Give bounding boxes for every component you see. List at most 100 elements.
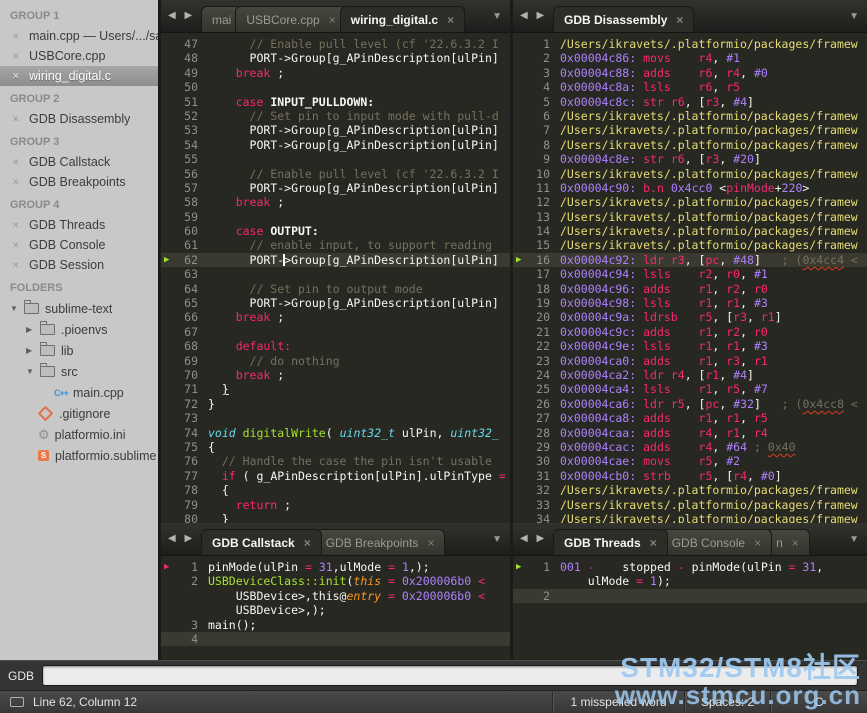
code-line[interactable]: 12/Users/ikravets/.platformio/packages/f… [513, 195, 867, 209]
code-line[interactable]: 60 case OUTPUT: [161, 224, 510, 238]
close-icon[interactable]: ✕ [12, 220, 29, 231]
sidebar-item-gdb-callstack[interactable]: ✕GDB Callstack [0, 152, 158, 172]
editor-content[interactable]: 47 // Enable pull level (cf '22.6.3.2 I4… [161, 33, 510, 523]
close-icon[interactable]: ✕ [12, 240, 29, 251]
tab-gdb-console[interactable]: GDB Console× [661, 529, 772, 555]
close-icon[interactable]: ✕ [12, 157, 29, 168]
tab-close-icon[interactable]: × [792, 537, 799, 549]
sidebar-item-gdb-threads[interactable]: ✕GDB Threads [0, 215, 158, 235]
sidebar-item-gdb-console[interactable]: ✕GDB Console [0, 235, 158, 255]
gdb-command-input[interactable] [42, 665, 858, 686]
tab-close-icon[interactable]: × [754, 537, 761, 549]
code-line[interactable]: 56 // Enable pull level (cf '22.6.3.2 I [161, 167, 510, 181]
code-line[interactable]: 240x00004ca2: ldr r4, [r1, #4] [513, 368, 867, 382]
code-line[interactable]: 110x00004c90: b.n 0x4cc0 <pinMode+220> [513, 181, 867, 195]
disassembly-content[interactable]: 1/Users/ikravets/.platformio/packages/fr… [513, 33, 867, 523]
code-line[interactable]: 300x00004cae: movs r5, #2 [513, 454, 867, 468]
close-icon[interactable]: ✕ [12, 177, 29, 188]
code-line[interactable]: 74void digitalWrite( uint32_t ulPin, uin… [161, 426, 510, 440]
sidebar-item-wiring-digital-c[interactable]: ✕wiring_digital.c [0, 66, 158, 86]
code-line[interactable]: 170x00004c94: lsls r2, r0, #1 [513, 267, 867, 281]
disclosure-triangle-icon[interactable]: ▶ [26, 346, 40, 355]
tree-item--gitignore[interactable]: .gitignore [0, 403, 158, 424]
close-icon[interactable]: ✕ [12, 114, 29, 125]
code-line[interactable]: 48 PORT->Group[g_APinDescription[ulPin] [161, 51, 510, 65]
code-line[interactable]: 20x00004c86: movs r4, #1 [513, 51, 867, 65]
code-line[interactable]: 200x00004c9a: ldrsb r5, [r3, r1] [513, 310, 867, 324]
code-line[interactable]: 2 [513, 589, 867, 603]
code-line[interactable]: 52 // Set pin to input mode with pull-d [161, 109, 510, 123]
code-line[interactable]: 2USBDeviceClass::init(this = 0x200006b0 … [161, 574, 510, 588]
sidebar-item-gdb-session[interactable]: ✕GDB Session [0, 255, 158, 275]
code-line[interactable]: 79 return ; [161, 498, 510, 512]
sidebar-item-main-cpp-users-sa[interactable]: ✕main.cpp — Users/.../sa [0, 26, 158, 46]
code-line[interactable]: 71 } [161, 382, 510, 396]
code-line[interactable]: 260x00004ca6: ldr r5, [pc, #32] ; (0x4cc… [513, 397, 867, 411]
code-line[interactable]: 68 default: [161, 339, 510, 353]
tab-overflow-menu-icon[interactable]: ▼ [849, 11, 859, 22]
code-line[interactable]: ▶62 PORT->Group[g_APinDescription[ulPin] [161, 253, 510, 267]
code-line[interactable]: 72} [161, 397, 510, 411]
tab-usbcore-cpp[interactable]: USBCore.cpp× [235, 6, 346, 32]
tab-nav-arrows[interactable]: ◀ ▶ [168, 10, 195, 21]
code-line[interactable]: 270x00004ca8: adds r1, r1, r5 [513, 411, 867, 425]
tab-gdb-callstack[interactable]: GDB Callstack× [201, 529, 322, 555]
code-line[interactable]: ▶1001 - stopped - pinMode(ulPin = 31, [513, 560, 867, 574]
code-line[interactable]: 280x00004caa: adds r4, r1, r4 [513, 426, 867, 440]
spellcheck-status[interactable]: 1 misspelled word [552, 691, 684, 713]
code-line[interactable]: 78 { [161, 483, 510, 497]
code-line[interactable]: 61 // enable input, to support reading [161, 238, 510, 252]
close-icon[interactable]: ✕ [12, 71, 29, 82]
tab-gdb-disassembly[interactable]: GDB Disassembly× [553, 6, 694, 32]
tab-close-icon[interactable]: × [447, 14, 454, 26]
code-line[interactable]: 230x00004ca0: adds r1, r3, r1 [513, 354, 867, 368]
tab-nav-arrows[interactable]: ◀ ▶ [520, 10, 547, 21]
tab-overflow-menu-icon[interactable]: ▼ [492, 534, 502, 545]
tab-close-icon[interactable]: × [427, 537, 434, 549]
tab-close-icon[interactable]: × [329, 14, 336, 26]
code-line[interactable]: ulMode = 1); [513, 574, 867, 588]
code-line[interactable]: 6/Users/ikravets/.platformio/packages/fr… [513, 109, 867, 123]
code-line[interactable]: 47 // Enable pull level (cf '22.6.3.2 I [161, 37, 510, 51]
tab-wiring-digital-c[interactable]: wiring_digital.c× [340, 6, 465, 32]
code-line[interactable]: 51 case INPUT_PULLDOWN: [161, 95, 510, 109]
threads-content[interactable]: ▶1001 - stopped - pinMode(ulPin = 31, ul… [513, 556, 867, 660]
code-line[interactable]: 65 PORT->Group[g_APinDescription[ulPin] [161, 296, 510, 310]
code-line[interactable]: 250x00004ca4: lsls r1, r5, #7 [513, 382, 867, 396]
tab-nav-arrows[interactable]: ◀ ▶ [168, 533, 195, 544]
code-line[interactable]: 63 [161, 267, 510, 281]
indentation-status[interactable]: Spaces: 2 [684, 691, 770, 713]
code-line[interactable]: 310x00004cb0: strb r5, [r4, #0] [513, 469, 867, 483]
sidebar-item-gdb-disassembly[interactable]: ✕GDB Disassembly [0, 109, 158, 129]
code-line[interactable]: 10/Users/ikravets/.platformio/packages/f… [513, 167, 867, 181]
code-line[interactable]: 220x00004c9e: lsls r1, r1, #3 [513, 339, 867, 353]
code-line[interactable]: 57 PORT->Group[g_APinDescription[ulPin] [161, 181, 510, 195]
code-line[interactable]: 76 // Handle the case the pin isn't usab… [161, 454, 510, 468]
tab-close-icon[interactable]: × [650, 537, 657, 549]
code-line[interactable]: 34/Users/ikravets/.platformio/packages/f… [513, 512, 867, 523]
code-line[interactable]: 180x00004c96: adds r1, r2, r0 [513, 282, 867, 296]
code-line[interactable]: 54 PORT->Group[g_APinDescription[ulPin] [161, 138, 510, 152]
code-line[interactable]: 1/Users/ikravets/.platformio/packages/fr… [513, 37, 867, 51]
code-line[interactable]: 90x00004c8e: str r6, [r3, #20] [513, 152, 867, 166]
code-line[interactable]: 58 break ; [161, 195, 510, 209]
code-line[interactable]: 69 // do nothing [161, 354, 510, 368]
code-line[interactable]: 73 [161, 411, 510, 425]
tab-overflow-menu-icon[interactable]: ▼ [849, 534, 859, 545]
code-line[interactable]: 55 [161, 152, 510, 166]
close-icon[interactable]: ✕ [12, 51, 29, 62]
disclosure-triangle-icon[interactable]: ▼ [10, 304, 24, 313]
code-line[interactable]: USBDevice>,); [161, 603, 510, 617]
sidebar-item-gdb-breakpoints[interactable]: ✕GDB Breakpoints [0, 172, 158, 192]
code-line[interactable]: ▶160x00004c92: ldr r3, [pc, #48] ; (0x4c… [513, 253, 867, 267]
code-line[interactable]: 210x00004c9c: adds r1, r2, r0 [513, 325, 867, 339]
code-line[interactable]: 33/Users/ikravets/.platformio/packages/f… [513, 498, 867, 512]
tree-item-main-cpp[interactable]: C++main.cpp [0, 382, 158, 403]
tree-item-sublime-text[interactable]: ▼sublime-text [0, 298, 158, 319]
code-line[interactable]: USBDevice>,this@entry = 0x200006b0 < [161, 589, 510, 603]
code-line[interactable]: 190x00004c98: lsls r1, r1, #3 [513, 296, 867, 310]
sidebar-item-usbcore-cpp[interactable]: ✕USBCore.cpp [0, 46, 158, 66]
code-line[interactable]: 4 [161, 632, 510, 646]
code-line[interactable]: 49 break ; [161, 66, 510, 80]
code-line[interactable]: 50x00004c8c: str r6, [r3, #4] [513, 95, 867, 109]
